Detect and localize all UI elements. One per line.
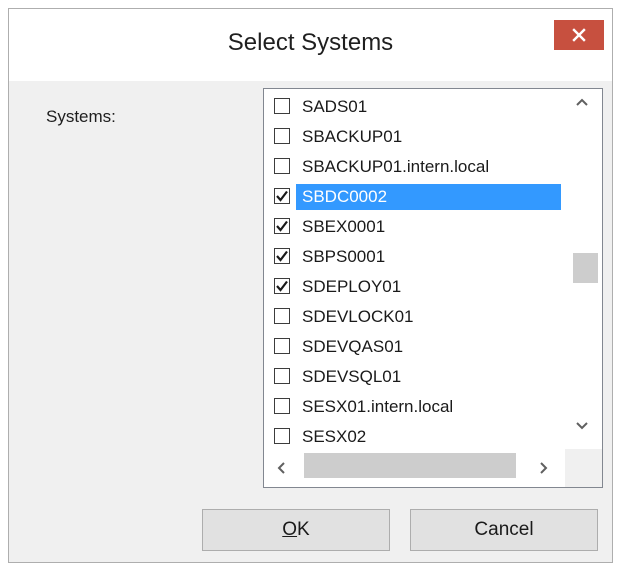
list-item[interactable]: SDEPLOY01 [264, 273, 561, 303]
close-icon [572, 28, 586, 42]
scrollbar-corner [565, 449, 602, 487]
list-item[interactable]: SBEX0001 [264, 213, 561, 243]
checkbox-checked[interactable] [274, 188, 290, 204]
window-title: Select Systems [227, 29, 394, 56]
list-item-label: SESX01.intern.local [302, 397, 454, 416]
list-item-label: SBEX0001 [302, 217, 386, 236]
checkbox-unchecked[interactable] [274, 158, 290, 174]
list-item[interactable]: SBPS0001 [264, 243, 561, 273]
list-item-label: SDEVLOCK01 [302, 307, 414, 326]
checkbox-unchecked[interactable] [274, 398, 290, 414]
title-bar[interactable]: Select Systems [9, 9, 612, 81]
systems-list: SADS01 SBACKUP01 SBACKUP01.intern.local SBD… [264, 89, 561, 449]
checkbox-checked[interactable] [274, 218, 290, 234]
list-item[interactable]: SDEVSQL01 [264, 363, 561, 393]
list-item-label: SESX02 [302, 427, 367, 446]
close-button[interactable] [554, 20, 604, 50]
scroll-up-arrow-icon[interactable] [575, 97, 589, 107]
ok-button[interactable]: OK [202, 509, 390, 551]
checkbox-checked[interactable] [274, 278, 290, 294]
checkmark-icon [276, 220, 288, 232]
systems-label: Systems: [46, 107, 116, 126]
vertical-scrollbar[interactable] [565, 89, 602, 449]
systems-listbox[interactable]: SADS01 SBACKUP01 SBACKUP01.intern.local SBD… [263, 88, 603, 488]
list-item-label: SDEVQAS01 [302, 337, 404, 356]
checkbox-unchecked[interactable] [274, 368, 290, 384]
checkbox-checked[interactable] [274, 248, 290, 264]
list-item[interactable]: SBACKUP01.intern.local [264, 153, 561, 183]
checkmark-icon [276, 280, 288, 292]
checkbox-unchecked[interactable] [274, 308, 290, 324]
list-item-label: SADS01 [302, 97, 368, 116]
horizontal-scrollbar[interactable] [264, 449, 561, 487]
horizontal-scroll-thumb[interactable] [304, 453, 516, 478]
checkmark-icon [276, 190, 288, 202]
checkbox-unchecked[interactable] [274, 98, 290, 114]
scroll-right-arrow-icon[interactable] [539, 461, 549, 475]
list-item-label: SDEVSQL01 [302, 367, 402, 386]
checkbox-unchecked[interactable] [274, 338, 290, 354]
vertical-scroll-thumb[interactable] [573, 253, 598, 283]
scroll-down-arrow-icon[interactable] [575, 421, 589, 431]
list-item-label: SBACKUP01 [302, 127, 403, 146]
checkmark-icon [276, 250, 288, 262]
ok-label-rest: K [297, 519, 310, 540]
list-item[interactable]: SESX02 [264, 423, 561, 449]
list-item[interactable]: SADS01 [264, 93, 561, 123]
checkbox-unchecked[interactable] [274, 428, 290, 444]
list-item-label: SDEPLOY01 [302, 277, 402, 296]
list-item-label: SBACKUP01.intern.local [302, 157, 490, 176]
list-item[interactable]: SDEVQAS01 [264, 333, 561, 363]
list-item[interactable]: SESX01.intern.local [264, 393, 561, 423]
select-systems-dialog: Select Systems Systems: SADS01 SBACKUP01 S… [8, 8, 613, 563]
list-item-label: SBPS0001 [302, 247, 386, 266]
list-item[interactable]: SBDC0002 [264, 183, 561, 213]
cancel-button[interactable]: Cancel [410, 509, 598, 551]
list-item-label: SBDC0002 [296, 184, 561, 210]
ok-accelerator: O [282, 519, 298, 540]
list-item[interactable]: SDEVLOCK01 [264, 303, 561, 333]
scroll-left-arrow-icon[interactable] [276, 461, 286, 475]
list-item[interactable]: SBACKUP01 [264, 123, 561, 153]
checkbox-unchecked[interactable] [274, 128, 290, 144]
